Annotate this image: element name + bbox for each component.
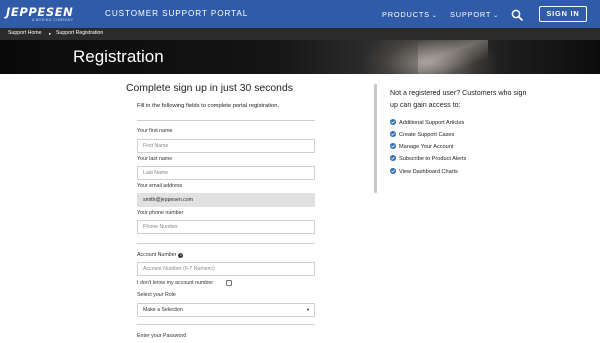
portal-title: CUSTOMER SUPPORT PORTAL <box>105 9 249 18</box>
benefit-item: View Dashboard Charts <box>390 168 458 175</box>
form-divider <box>137 243 315 244</box>
nav-products-menu[interactable]: PRODUCTS ⌄ <box>382 10 438 19</box>
last-name-input[interactable] <box>137 166 315 180</box>
first-name-label: Your first name <box>137 128 173 134</box>
nav-support-label: SUPPORT <box>450 10 492 19</box>
benefit-label: View Dashboard Charts <box>399 169 458 175</box>
form-intro: Fill in the following fields to complete… <box>137 103 280 109</box>
phone-label: Your phone number <box>137 210 184 216</box>
benefit-label: Create Support Cases <box>399 132 455 138</box>
role-label: Select your Role <box>137 292 176 298</box>
sign-in-button[interactable]: SIGN IN <box>539 6 587 22</box>
check-circle-icon <box>390 119 396 125</box>
email-field[interactable] <box>137 193 315 207</box>
no-account-number-checkbox[interactable] <box>226 280 232 286</box>
benefit-label: Subscribe to Product Alerts <box>399 156 467 162</box>
benefit-item: Manage Your Account <box>390 143 453 150</box>
form-heading: Complete sign up in just 30 seconds <box>126 83 293 94</box>
role-select[interactable]: Make a Selection ▼ <box>137 303 315 317</box>
check-circle-icon <box>390 155 396 161</box>
benefit-label: Manage Your Account <box>399 144 454 150</box>
account-number-label-text: Account Number <box>137 252 177 258</box>
first-name-input[interactable] <box>137 139 315 153</box>
nav-products-label: PRODUCTS <box>382 10 430 19</box>
role-select-value: Make a Selection <box>143 307 183 313</box>
password-label: Enter your Password <box>137 333 187 339</box>
benefit-item: Create Support Cases <box>390 131 454 138</box>
logo-tagline: A BOEING COMPANY <box>32 18 74 22</box>
check-circle-icon <box>390 143 396 149</box>
caret-down-icon: ▼ <box>306 307 310 312</box>
breadcrumb: Support Home ▸ Support Registration <box>0 28 600 40</box>
email-label: Your email address <box>137 183 183 189</box>
info-icon[interactable]: i <box>178 253 184 258</box>
benefit-item: Subscribe to Product Alerts <box>390 155 466 162</box>
hero-hand-image <box>418 40 488 74</box>
chevron-down-icon: ⌄ <box>431 13 438 19</box>
last-name-label: Your last name <box>137 156 173 162</box>
chevron-down-icon: ⌄ <box>493 13 500 19</box>
phone-input[interactable] <box>137 220 315 234</box>
check-circle-icon <box>390 168 396 174</box>
search-icon[interactable] <box>511 8 523 21</box>
nav-support-menu[interactable]: SUPPORT ⌄ <box>450 10 499 19</box>
registration-promo-text: Not a registered user? Customers who sig… <box>390 89 527 109</box>
account-number-label: Account Number i <box>137 252 184 258</box>
no-account-number-label: I don't know my account number <box>137 280 214 286</box>
hero-banner: Registration <box>0 40 600 74</box>
breadcrumb-current: Support Registration <box>56 30 104 36</box>
logo-wordmark: JEPPESEN <box>6 5 74 19</box>
breadcrumb-separator-icon: ▸ <box>49 31 52 36</box>
form-divider <box>137 324 315 325</box>
form-divider <box>137 120 315 121</box>
scrollbar[interactable] <box>374 84 377 193</box>
benefit-item: Additional Support Articles <box>390 119 464 126</box>
account-number-input[interactable] <box>137 262 315 276</box>
benefit-label: Additional Support Articles <box>399 120 465 126</box>
page-title: Registration <box>73 47 164 66</box>
top-navigation-bar: JEPPESEN A BOEING COMPANY CUSTOMER SUPPO… <box>0 0 600 28</box>
breadcrumb-support-home[interactable]: Support Home <box>8 30 41 36</box>
check-circle-icon <box>390 131 396 137</box>
